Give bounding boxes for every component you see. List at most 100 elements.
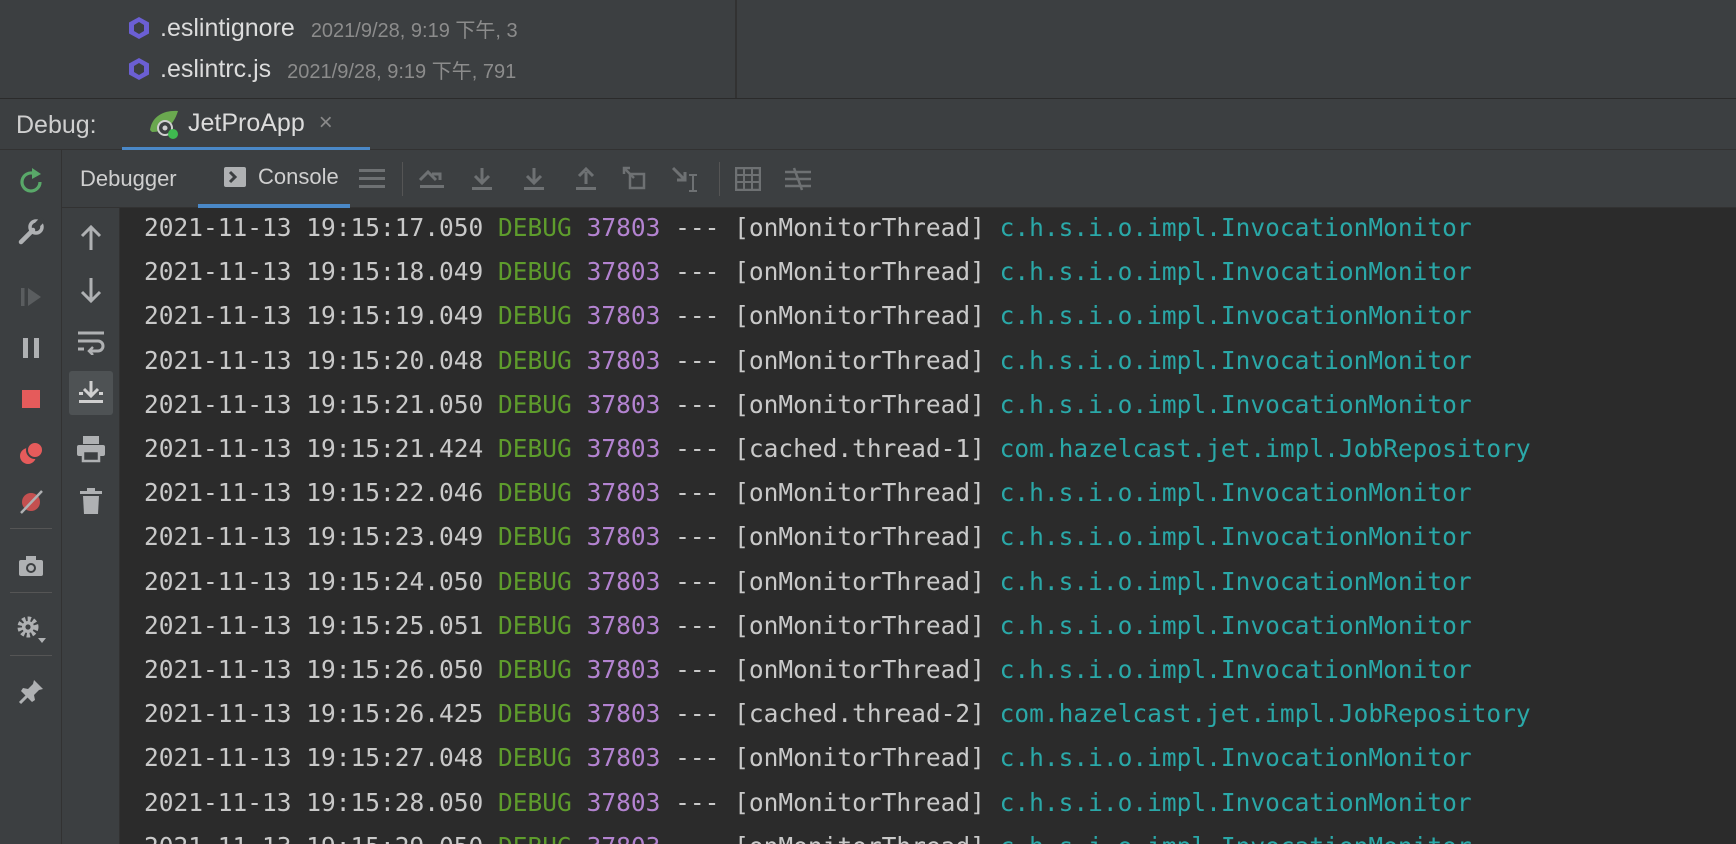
settings-gear-icon[interactable] <box>11 609 51 649</box>
log-line: 2021-11-13 19:15:26.050 DEBUG 37803 --- … <box>144 648 1472 692</box>
log-line: 2021-11-13 19:15:29.050 DEBUG 37803 --- … <box>144 825 1472 844</box>
tab-debugger[interactable]: Debugger <box>80 150 177 208</box>
log-level: DEBUG <box>498 478 572 508</box>
pin-icon[interactable] <box>11 672 51 712</box>
log-separator: --- <box>675 389 720 419</box>
log-logger-class: c.h.s.i.o.impl.InvocationMonitor <box>999 522 1472 552</box>
tree-row-partial <box>126 0 566 2</box>
log-timestamp: 2021-11-13 19:15:26.050 <box>144 655 484 684</box>
tab-console[interactable]: Console <box>198 150 350 208</box>
log-pid: 37803 <box>586 389 661 419</box>
log-separator: --- <box>675 787 720 817</box>
file-name: .eslintrc.js <box>160 54 272 83</box>
log-logger-class: com.hazelcast.jet.impl.JobRepository <box>999 699 1531 729</box>
console-output[interactable]: 2021-11-13 19:15:17.050 DEBUG 37803 --- … <box>120 208 1736 844</box>
trace-settings-icon[interactable] <box>778 159 818 199</box>
tree-item-eslintignore[interactable]: .eslintignore 2021/9/28, 9:19 下午, 3 <box>126 10 518 46</box>
log-level: DEBUG <box>498 832 572 844</box>
log-thread: [onMonitorThread] <box>734 301 985 331</box>
show-execution-point-icon[interactable] <box>412 159 452 199</box>
debug-label: Debug: <box>16 111 97 139</box>
debug-actions-toolbar <box>0 150 62 844</box>
log-separator: --- <box>675 345 720 375</box>
log-line: 2021-11-13 19:15:19.049 DEBUG 37803 --- … <box>144 294 1472 338</box>
step-over-icon[interactable] <box>462 159 502 199</box>
file-meta: 2021/9/28, 9:19 下午, 791 <box>287 60 517 83</box>
console-icon <box>224 167 246 187</box>
log-line: 2021-11-13 19:15:21.050 DEBUG 37803 --- … <box>144 383 1472 427</box>
log-timestamp: 2021-11-13 19:15:23.049 <box>144 522 484 552</box>
spring-app-debug-icon <box>150 110 178 139</box>
log-logger-class: c.h.s.i.o.impl.InvocationMonitor <box>999 301 1472 331</box>
log-logger-class: c.h.s.i.o.impl.InvocationMonitor <box>999 787 1472 817</box>
log-level: DEBUG <box>498 699 572 729</box>
debug-subtabs-toolbar: Debugger Console <box>62 150 1736 208</box>
print-icon[interactable] <box>71 429 111 469</box>
log-timestamp: 2021-11-13 19:15:18.049 <box>144 257 484 287</box>
log-pid: 37803 <box>586 610 661 640</box>
log-line: 2021-11-13 19:15:25.051 DEBUG 37803 --- … <box>144 604 1472 648</box>
log-level: DEBUG <box>498 213 572 242</box>
tree-item-eslintrc[interactable]: .eslintrc.js 2021/9/28, 9:19 下午, 791 <box>126 51 516 87</box>
log-logger-class: c.h.s.i.o.impl.InvocationMonitor <box>999 566 1472 596</box>
wrench-icon[interactable] <box>11 212 51 252</box>
log-timestamp: 2021-11-13 19:15:21.050 <box>144 389 484 419</box>
log-thread: [onMonitorThread] <box>734 566 985 596</box>
close-tab-icon[interactable]: × <box>319 109 333 137</box>
log-pid: 37803 <box>586 699 661 729</box>
log-level: DEBUG <box>498 257 572 287</box>
step-out-icon[interactable] <box>566 159 606 199</box>
log-line: 2021-11-13 19:15:20.048 DEBUG 37803 --- … <box>144 339 1472 383</box>
layout-menu-icon[interactable] <box>352 159 392 199</box>
log-thread: [onMonitorThread] <box>734 743 985 773</box>
log-thread: [onMonitorThread] <box>734 213 985 242</box>
editor-area <box>737 0 1736 98</box>
run-to-cursor-icon[interactable] <box>666 159 706 199</box>
log-thread: [onMonitorThread] <box>734 832 985 844</box>
log-level: DEBUG <box>498 301 572 331</box>
log-thread: [cached.thread-1] <box>734 434 985 463</box>
log-separator: --- <box>675 832 719 844</box>
soft-wrap-icon[interactable] <box>71 322 111 362</box>
log-separator: --- <box>675 257 720 287</box>
camera-icon[interactable] <box>11 546 51 586</box>
log-thread: [onMonitorThread] <box>734 787 985 817</box>
log-separator: --- <box>675 301 720 331</box>
drop-frame-icon[interactable] <box>616 159 656 199</box>
pause-icon[interactable] <box>11 328 51 368</box>
log-separator: --- <box>675 522 720 552</box>
log-pid: 37803 <box>586 655 661 684</box>
log-thread: [onMonitorThread] <box>734 478 985 508</box>
scroll-to-end-icon[interactable] <box>69 371 113 415</box>
view-breakpoints-icon[interactable] <box>11 434 51 474</box>
log-level: DEBUG <box>498 787 572 817</box>
run-config-tab[interactable]: JetProApp × <box>122 99 370 151</box>
resume-icon[interactable] <box>11 277 51 317</box>
log-line: 2021-11-13 19:15:23.049 DEBUG 37803 --- … <box>144 515 1472 559</box>
step-into-icon[interactable] <box>514 159 554 199</box>
rerun-icon[interactable] <box>11 162 51 202</box>
stop-icon[interactable] <box>11 379 51 419</box>
log-separator: --- <box>675 213 720 242</box>
log-timestamp: 2021-11-13 19:15:20.048 <box>144 345 484 375</box>
log-pid: 37803 <box>586 787 661 817</box>
mute-breakpoints-icon[interactable] <box>11 482 51 522</box>
log-separator: --- <box>675 566 720 596</box>
arrow-up-icon[interactable] <box>71 218 111 258</box>
evaluate-expression-icon[interactable] <box>728 159 768 199</box>
log-pid: 37803 <box>586 743 661 773</box>
log-line: 2021-11-13 19:15:18.049 DEBUG 37803 --- … <box>144 250 1472 294</box>
log-line: 2021-11-13 19:15:21.424 DEBUG 37803 --- … <box>144 427 1531 471</box>
log-logger-class: c.h.s.i.o.impl.InvocationMonitor <box>999 743 1472 773</box>
arrow-down-icon[interactable] <box>71 270 111 310</box>
log-level: DEBUG <box>498 566 572 596</box>
log-line: 2021-11-13 19:15:27.048 DEBUG 37803 --- … <box>144 736 1472 780</box>
log-pid: 37803 <box>586 478 661 508</box>
project-panel: .eslintignore 2021/9/28, 9:19 下午, 3 .esl… <box>0 0 1736 98</box>
log-timestamp: 2021-11-13 19:15:27.048 <box>144 743 484 773</box>
trash-icon[interactable] <box>71 481 111 521</box>
log-level: DEBUG <box>498 522 572 552</box>
log-pid: 37803 <box>586 434 661 463</box>
project-tree: .eslintignore 2021/9/28, 9:19 下午, 3 .esl… <box>0 0 576 98</box>
log-logger-class: c.h.s.i.o.impl.InvocationMonitor <box>999 213 1472 242</box>
